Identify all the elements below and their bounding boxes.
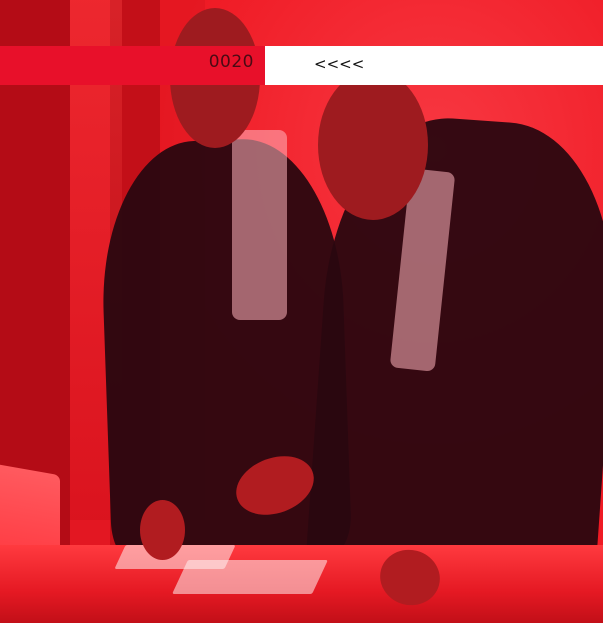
hand-on-desk — [140, 500, 185, 560]
banner-nav-panel[interactable]: <<<< — [265, 46, 603, 85]
banner-counter: 0020 — [208, 52, 254, 72]
chevron-left-icon[interactable]: <<<< — [314, 55, 364, 73]
hero-background-photo — [0, 0, 603, 623]
person-right-head — [318, 70, 428, 220]
top-banner: 0020 <<<< — [0, 46, 603, 85]
paper-sheet — [172, 560, 328, 594]
banner-counter-panel: 0020 — [0, 46, 265, 85]
person-left-shirt — [232, 130, 287, 320]
